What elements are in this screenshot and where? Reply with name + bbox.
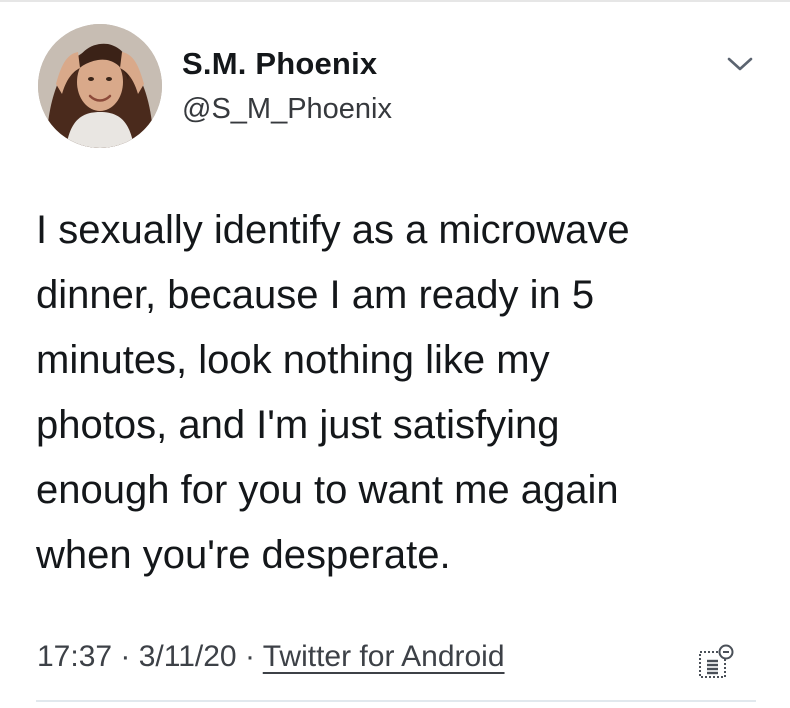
tweet-text-line: dinner, because I am ready in 5 xyxy=(36,273,595,317)
author-handle[interactable]: @S_M_Phoenix xyxy=(182,93,392,126)
tweet-date[interactable]: 3/11/20 xyxy=(139,640,237,673)
tweet-text-line: I sexually identify as a microwave xyxy=(36,208,630,252)
author-display-name[interactable]: S.M. Phoenix xyxy=(182,46,377,82)
profile-photo-icon xyxy=(38,24,162,148)
bottom-divider xyxy=(36,700,756,702)
analytics-button[interactable] xyxy=(693,640,737,684)
tweet-meta: 17:37 · 3/11/20 · Twitter for Android xyxy=(37,640,505,674)
tweet-time[interactable]: 17:37 xyxy=(37,640,112,673)
tweet-menu-button[interactable] xyxy=(722,50,758,78)
meta-separator: · xyxy=(236,640,263,673)
avatar[interactable] xyxy=(38,24,162,148)
meta-separator: · xyxy=(112,640,139,673)
tweet-text-line: minutes, look nothing like my xyxy=(36,338,550,382)
top-divider xyxy=(0,0,790,2)
tweet-source-link[interactable]: Twitter for Android xyxy=(263,640,505,673)
tweet-text-line: photos, and I'm just satisfying xyxy=(36,403,560,447)
chevron-down-icon xyxy=(727,57,753,71)
analytics-icon xyxy=(699,644,734,678)
tweet-text-line: enough for you to want me again xyxy=(36,468,619,512)
tweet-text: I sexually identify as a microwave dinne… xyxy=(36,198,756,588)
tweet-text-line: when you're desperate. xyxy=(36,533,451,577)
